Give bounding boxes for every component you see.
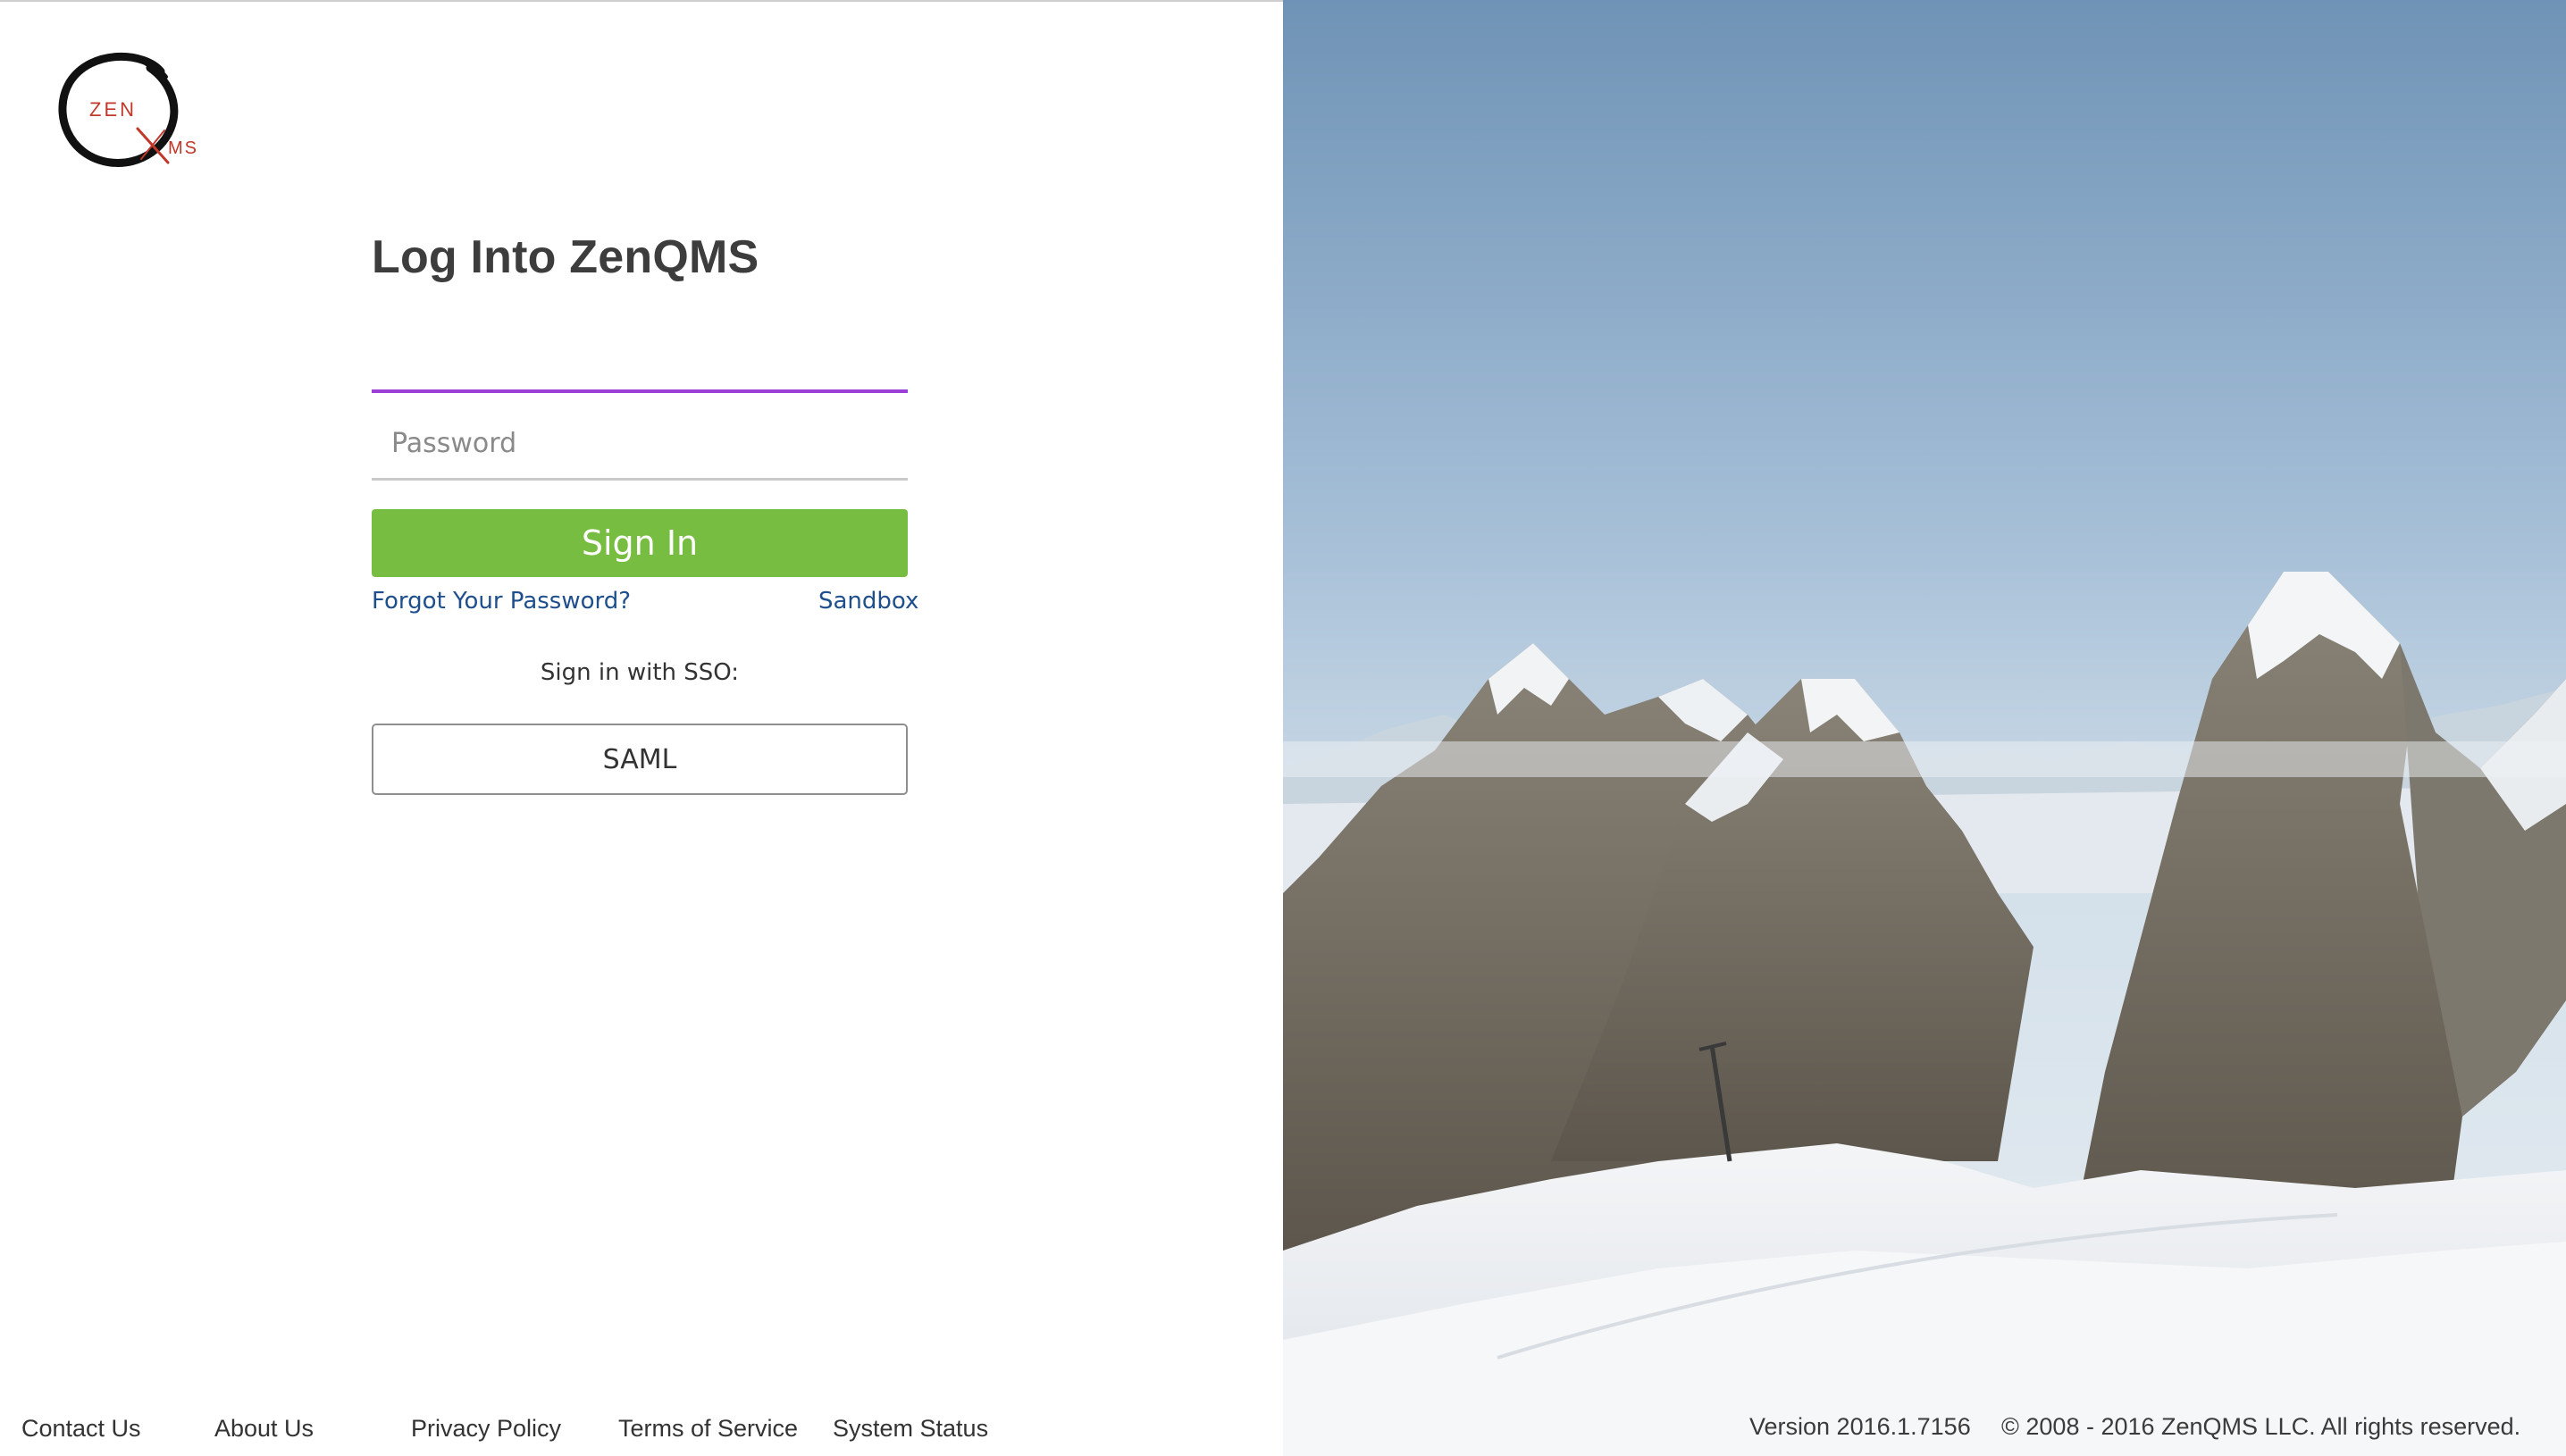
footer-link-terms-of-service[interactable]: Terms of Service [618, 1415, 798, 1443]
page-title: Log Into ZenQMS [372, 231, 759, 283]
footer-link-privacy-policy[interactable]: Privacy Policy [411, 1415, 561, 1443]
username-field[interactable] [372, 322, 908, 393]
footer-link-about-us[interactable]: About Us [214, 1415, 314, 1443]
footer-link-system-status[interactable]: System Status [833, 1415, 988, 1443]
footer-link-contact-us[interactable]: Contact Us [21, 1415, 141, 1443]
sign-in-button[interactable]: Sign In [372, 509, 908, 577]
svg-text:MS: MS [168, 138, 198, 158]
zenqms-logo: ZEN MS [55, 46, 225, 180]
saml-sso-button[interactable]: SAML [372, 724, 908, 795]
login-page: ZEN MS Log Into ZenQMS Sign In Forgot Yo… [0, 0, 2566, 1456]
forgot-password-link[interactable]: Forgot Your Password? [372, 588, 631, 615]
copyright-notice: © 2008 - 2016 ZenQMS LLC. All rights res… [2001, 1413, 2521, 1440]
version-label: Version 2016.1.7156 [1749, 1413, 1971, 1440]
password-field[interactable] [372, 409, 908, 481]
sso-label: Sign in with SSO: [540, 659, 740, 686]
login-panel: ZEN MS Log Into ZenQMS Sign In Forgot Yo… [0, 0, 1283, 1456]
mountain-background-image: Version 2016.1.7156 © 2008 - 2016 ZenQMS… [1283, 0, 2566, 1456]
sandbox-link[interactable]: Sandbox [818, 588, 918, 615]
svg-text:ZEN: ZEN [89, 98, 137, 121]
